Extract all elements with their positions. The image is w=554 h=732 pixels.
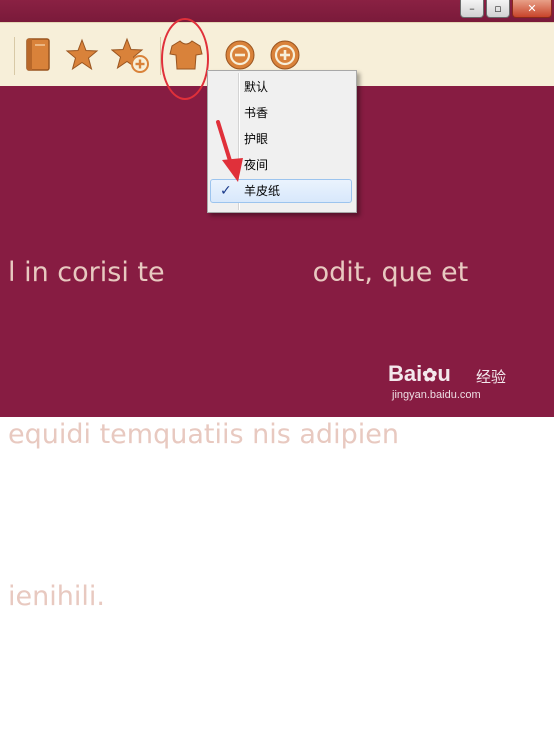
zoom-out-icon[interactable] — [220, 35, 260, 75]
watermark-url: jingyan.baidu.com — [392, 389, 481, 401]
window-controls: – ▫ ✕ — [458, 0, 552, 20]
zoom-in-icon[interactable] — [265, 35, 305, 75]
close-button[interactable]: ✕ — [512, 0, 552, 18]
paw-icon: ✿ — [422, 365, 438, 385]
text-line: equidi temquatiis nis adipien — [8, 419, 399, 450]
menu-item-default-theme[interactable]: 默认 — [210, 75, 352, 99]
maximize-button[interactable]: ▫ — [486, 0, 510, 18]
text-line: l in corisi te odit, que et — [8, 257, 469, 288]
add-bookmark-star-icon[interactable] — [110, 35, 150, 75]
star-icon[interactable] — [62, 35, 102, 75]
minimize-button[interactable]: – — [460, 0, 484, 18]
book-text: l in corisi te odit, que et equidi temqua… — [8, 138, 554, 732]
toolbar-divider — [14, 37, 15, 75]
title-bar: – ▫ ✕ — [0, 0, 554, 22]
watermark-label: 经验 — [476, 368, 507, 386]
baidu-watermark: Bai✿u 经验 jingyan.baidu.com — [388, 361, 528, 409]
book-icon[interactable] — [18, 35, 58, 75]
annotation-circle — [161, 18, 209, 100]
app-window: – ▫ ✕ l in corisi te odit, que et equidi… — [0, 0, 554, 612]
text-line: ienihili. — [8, 581, 105, 612]
baidu-logo: Bai✿u — [388, 361, 451, 386]
annotation-arrow — [216, 120, 243, 182]
